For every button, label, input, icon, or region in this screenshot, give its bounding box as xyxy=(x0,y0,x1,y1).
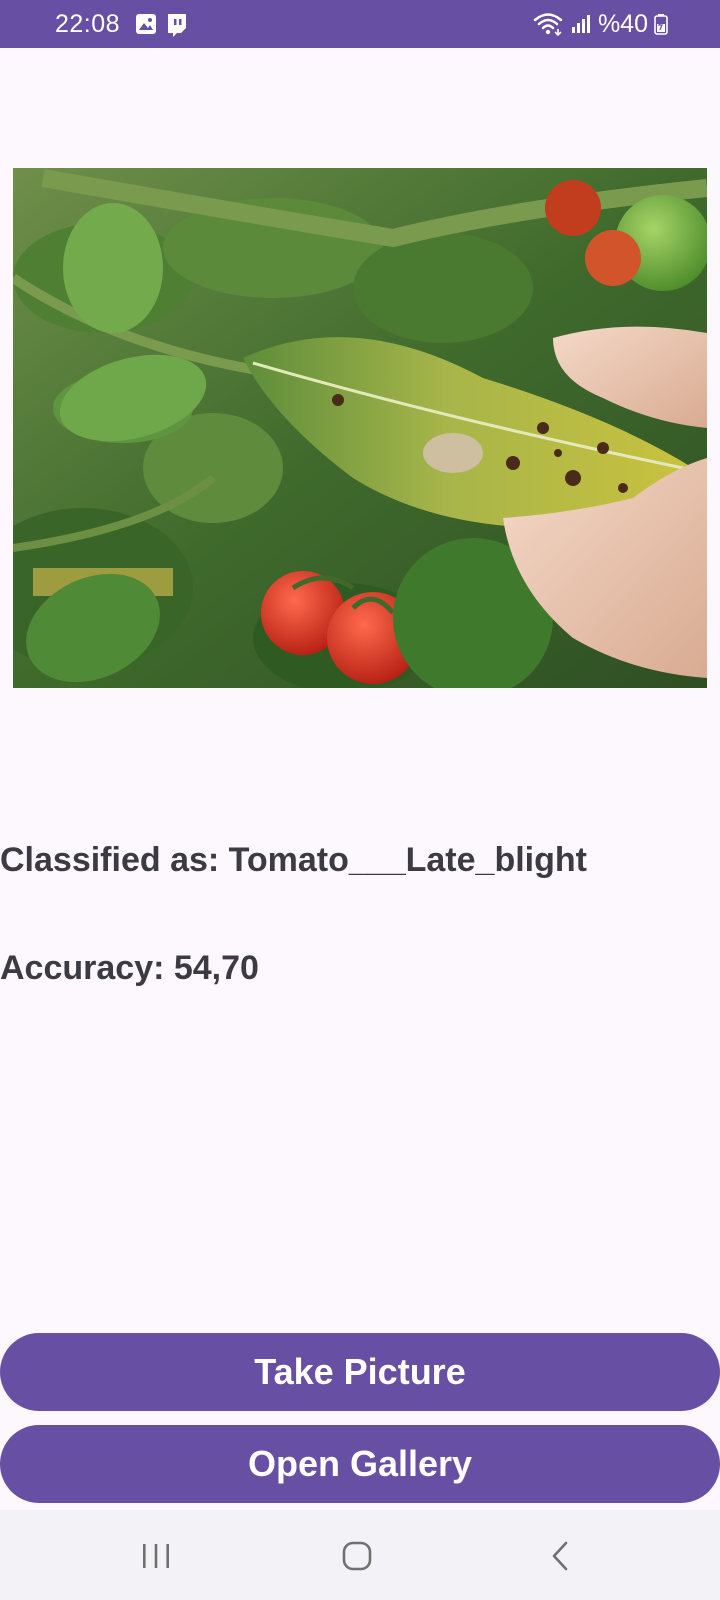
recent-apps-icon[interactable] xyxy=(138,1538,174,1574)
wifi-icon xyxy=(533,13,563,37)
status-bar: 22:08 %40 xyxy=(0,0,720,48)
status-right: %40 xyxy=(532,9,668,39)
tomato-leaf-photo xyxy=(13,168,707,688)
back-icon[interactable] xyxy=(543,1538,579,1574)
classification-label: Classified as: Tomato___Late_blight xyxy=(0,841,587,879)
open-gallery-button[interactable]: Open Gallery xyxy=(0,1425,720,1503)
status-notification-icons xyxy=(135,13,187,37)
signal-icon xyxy=(571,15,590,33)
accuracy-label: Accuracy: 54,70 xyxy=(0,949,259,987)
status-time: 22:08 xyxy=(55,10,121,38)
twitch-notification-icon xyxy=(168,14,186,37)
take-picture-button[interactable]: Take Picture xyxy=(0,1333,720,1411)
battery-icon xyxy=(654,14,668,35)
system-navigation-bar xyxy=(0,1510,720,1600)
battery-percent: %40 xyxy=(597,10,648,38)
home-icon[interactable] xyxy=(339,1538,375,1574)
gallery-notification-icon xyxy=(136,14,156,34)
